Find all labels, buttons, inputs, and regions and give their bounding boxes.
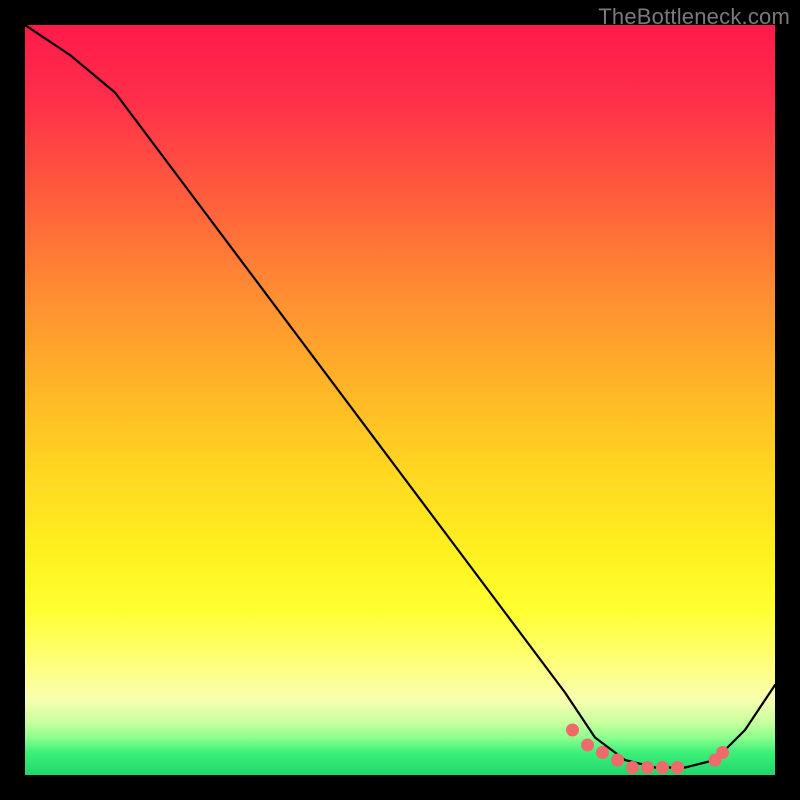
curve-layer [25,25,775,775]
highlight-marker [581,739,594,752]
highlight-marker [641,761,654,774]
plot-area [25,25,775,775]
highlight-marker [656,761,669,774]
highlight-marker [671,761,684,774]
highlight-marker [596,746,609,759]
highlight-marker [716,746,729,759]
highlight-marker [626,761,639,774]
highlight-marker [611,754,624,767]
bottleneck-curve [25,25,775,768]
watermark-text: TheBottleneck.com [598,4,790,30]
chart-frame: TheBottleneck.com [0,0,800,800]
highlight-marker [566,724,579,737]
